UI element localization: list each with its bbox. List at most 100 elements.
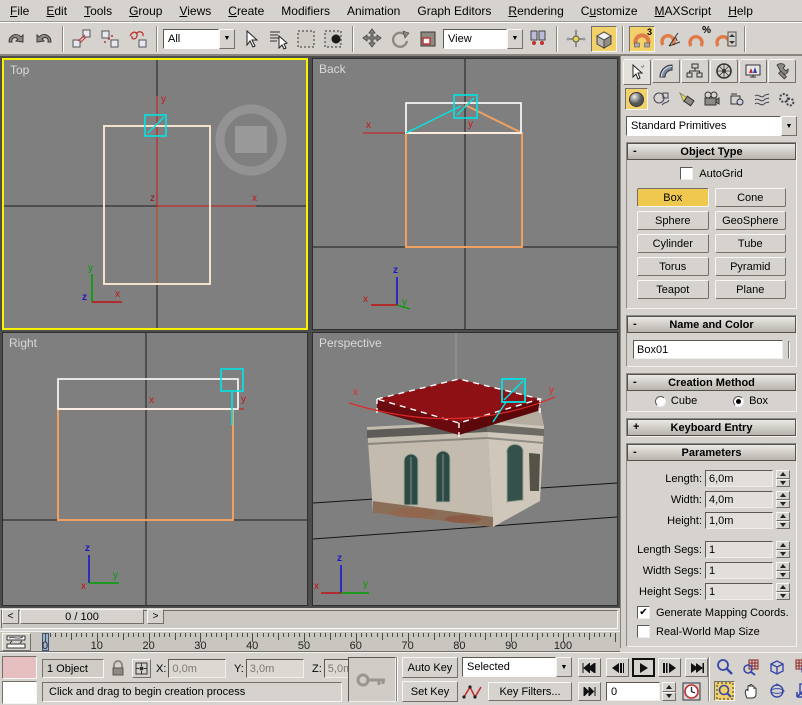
viewport-right-canvas[interactable]: x y z x y: [3, 333, 307, 605]
pan-icon[interactable]: [740, 681, 761, 701]
zoom-icon[interactable]: [714, 657, 735, 677]
creation-method-box[interactable]: Box: [733, 395, 768, 407]
object-type-pyramid[interactable]: Pyramid: [715, 257, 787, 276]
radio-dot[interactable]: [733, 396, 744, 407]
percent-snap-icon[interactable]: %: [685, 26, 711, 52]
object-type-cone[interactable]: Cone: [715, 188, 787, 207]
go-to-start-button[interactable]: [578, 658, 601, 677]
unlink-selection-icon[interactable]: [97, 26, 123, 52]
rectangular-selection-region-icon[interactable]: [293, 26, 319, 52]
viewport-right-label[interactable]: Right: [9, 336, 37, 350]
checkbox-box[interactable]: [637, 625, 650, 638]
time-slider-handle[interactable]: 0 / 100: [20, 609, 144, 624]
play-button[interactable]: [632, 658, 655, 677]
x-field[interactable]: 0,0m: [168, 659, 226, 678]
zoom-all-icon[interactable]: [740, 657, 761, 677]
set-keys-button[interactable]: [348, 657, 396, 702]
rollout-toggle[interactable]: -: [633, 318, 637, 330]
zoom-extents-all-icon[interactable]: [792, 657, 802, 677]
object-type-sphere[interactable]: Sphere: [637, 211, 709, 230]
select-and-scale-icon[interactable]: [415, 26, 441, 52]
tab-utilities[interactable]: [768, 59, 796, 83]
previous-frame-button[interactable]: [606, 658, 629, 677]
param-spinner[interactable]: [776, 541, 790, 558]
menu-graph-editors[interactable]: Graph Editors: [417, 4, 491, 18]
select-and-link-icon[interactable]: [69, 26, 95, 52]
angle-snap-icon[interactable]: [657, 26, 683, 52]
timeline-ruler[interactable]: 0102030405060708090100: [34, 632, 618, 653]
viewport-top-canvas[interactable]: y x z y x z: [4, 60, 306, 328]
time-prev-button[interactable]: <: [2, 609, 19, 624]
object-type-plane[interactable]: Plane: [715, 280, 787, 299]
object-color-swatch[interactable]: [788, 341, 790, 359]
select-by-name-icon[interactable]: [265, 26, 291, 52]
viewport-top-label[interactable]: Top: [10, 63, 29, 77]
object-type-tube[interactable]: Tube: [715, 234, 787, 253]
viewport-back[interactable]: Back x y z x y: [312, 58, 618, 330]
viewport-perspective[interactable]: Perspective: [312, 332, 618, 606]
rollout-toggle[interactable]: +: [633, 421, 639, 433]
time-next-button[interactable]: >: [147, 609, 164, 624]
next-frame-button[interactable]: [658, 658, 681, 677]
menu-views[interactable]: Views: [179, 4, 211, 18]
subcat-lights[interactable]: [675, 88, 698, 110]
auto-key-button[interactable]: Auto Key: [402, 657, 458, 678]
tab-create[interactable]: [623, 59, 651, 85]
menu-create[interactable]: Create: [228, 4, 264, 18]
rollout-toggle[interactable]: -: [633, 145, 637, 157]
menu-animation[interactable]: Animation: [347, 4, 400, 18]
menu-edit[interactable]: Edit: [46, 4, 67, 18]
spinner-snap-icon[interactable]: [713, 26, 739, 52]
set-key-button[interactable]: Set Key: [402, 681, 458, 702]
select-object-icon[interactable]: [237, 26, 263, 52]
menu-help[interactable]: Help: [728, 4, 753, 18]
menu-tools[interactable]: Tools: [84, 4, 112, 18]
subcat-spacewarps[interactable]: [750, 88, 773, 110]
window-crossing-icon[interactable]: [321, 26, 347, 52]
param-spinner[interactable]: [776, 562, 790, 579]
selection-set-dropdown[interactable]: Selected ▼: [462, 657, 572, 677]
checkbox-real-world-map-size[interactable]: Real-World Map Size: [637, 625, 790, 638]
rollout-toggle[interactable]: -: [633, 446, 637, 458]
checkbox-box[interactable]: ✔: [637, 606, 650, 619]
arc-rotate-icon[interactable]: [766, 681, 787, 701]
viewport-top[interactable]: Top y x z y x z: [2, 58, 308, 330]
dropdown-arrow-icon[interactable]: ▼: [507, 29, 523, 49]
mini-curve-editor-icon[interactable]: [2, 633, 31, 651]
dropdown-arrow-icon[interactable]: ▼: [219, 29, 235, 49]
checkbox-generate-mapping-coords-[interactable]: ✔Generate Mapping Coords.: [637, 606, 790, 619]
viewport-back-label[interactable]: Back: [319, 62, 346, 76]
param-field[interactable]: 1: [705, 562, 773, 579]
object-type-teapot[interactable]: Teapot: [637, 280, 709, 299]
autogrid-checkbox[interactable]: AutoGrid: [631, 167, 792, 180]
select-and-move-icon[interactable]: [359, 26, 385, 52]
zoom-region-icon[interactable]: [714, 681, 735, 701]
dropdown-arrow-icon[interactable]: ▼: [781, 116, 797, 136]
param-spinner[interactable]: [776, 583, 790, 600]
key-tangent-icon[interactable]: [462, 682, 484, 702]
selection-lock-icon[interactable]: [110, 660, 126, 680]
object-type-box[interactable]: Box: [637, 188, 709, 207]
param-spinner[interactable]: [776, 470, 790, 487]
rollout-parameters-header[interactable]: - Parameters: [627, 444, 796, 461]
key-filters-button[interactable]: Key Filters...: [488, 682, 572, 701]
snap-3d-icon[interactable]: 3: [629, 26, 655, 52]
snaps-toggle-icon[interactable]: [591, 26, 617, 52]
y-field[interactable]: 3,0m: [246, 659, 304, 678]
menu-modifiers[interactable]: Modifiers: [281, 4, 330, 18]
param-spinner[interactable]: [776, 512, 790, 529]
rollout-object-type-header[interactable]: - Object Type: [627, 143, 796, 160]
param-field[interactable]: 1,0m: [705, 512, 773, 529]
select-and-rotate-icon[interactable]: [387, 26, 413, 52]
menu-customize[interactable]: Customize: [581, 4, 638, 18]
minmax-toggle-icon[interactable]: [792, 681, 802, 701]
selection-filter-dropdown[interactable]: All ▼: [163, 29, 235, 49]
macro-recorder-pane[interactable]: [2, 656, 37, 679]
redo-icon[interactable]: [31, 26, 57, 52]
rollout-creation-method-header[interactable]: - Creation Method: [627, 374, 796, 391]
bind-to-spacewarp-icon[interactable]: [125, 26, 151, 52]
go-to-end-button[interactable]: [685, 658, 708, 677]
use-pivot-point-icon[interactable]: [525, 26, 551, 52]
subcat-shapes[interactable]: [650, 88, 673, 110]
menu-maxscript[interactable]: MAXScript: [655, 4, 712, 18]
